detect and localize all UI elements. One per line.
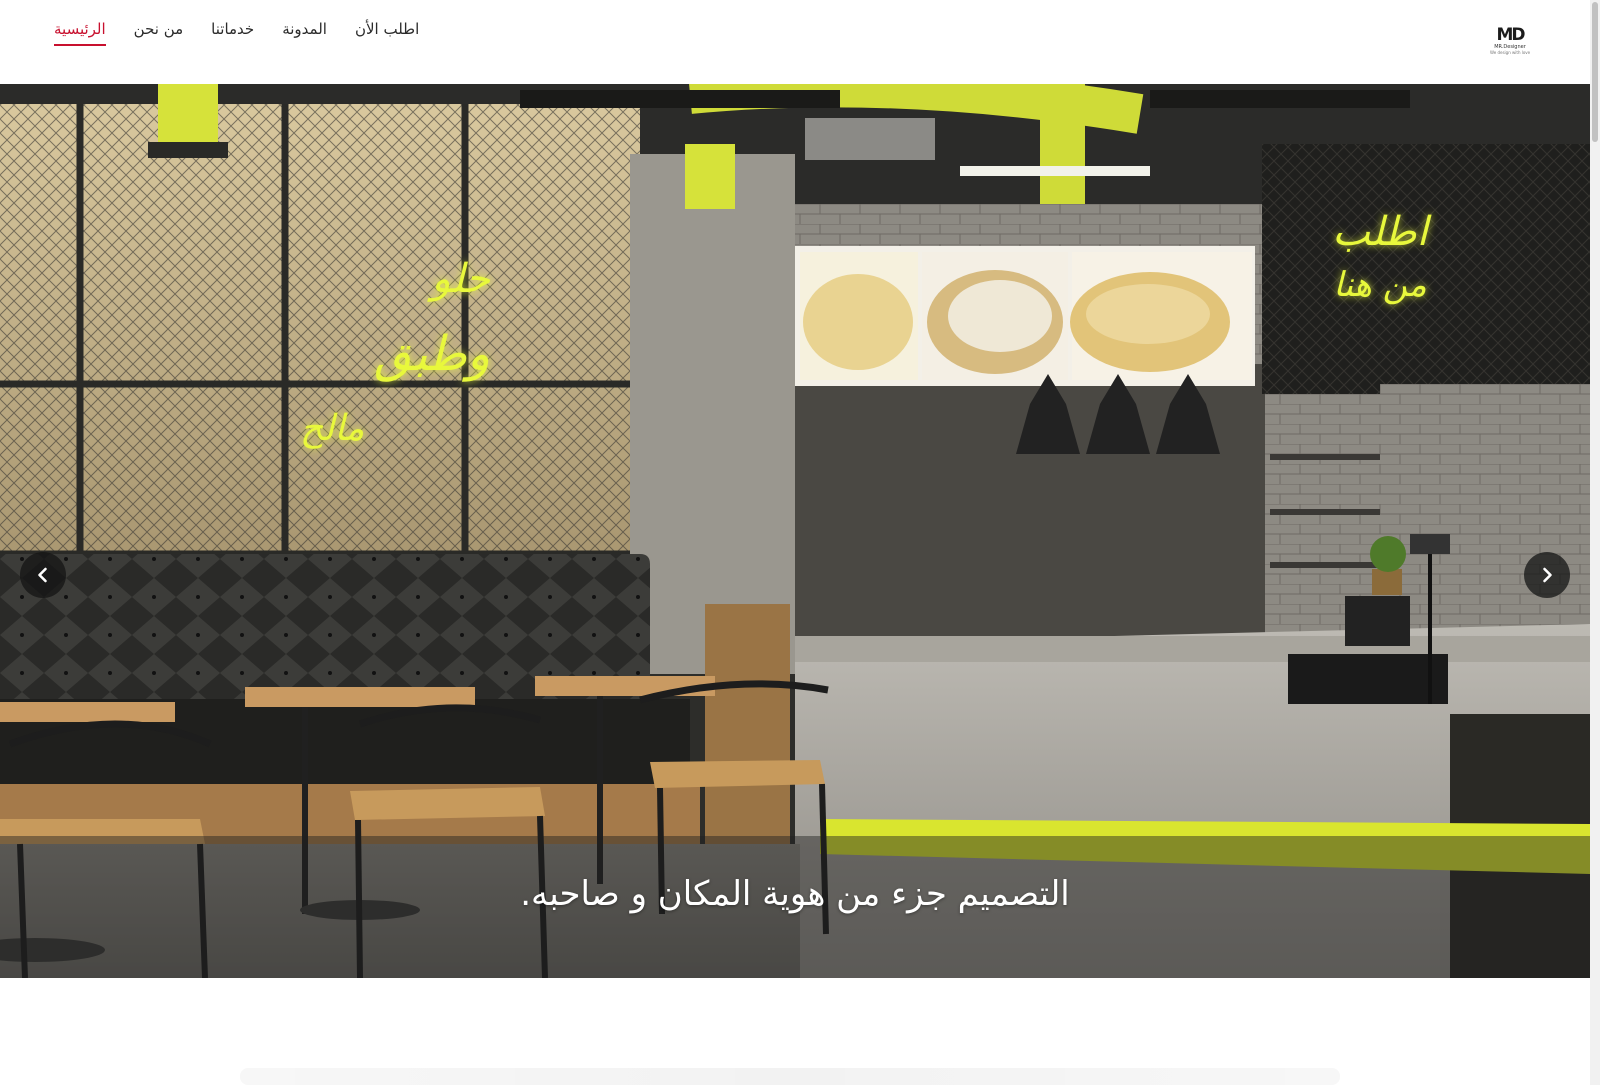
- carousel-prev-button[interactable]: [20, 552, 66, 598]
- site-logo[interactable]: MD MR.Designer We design with love: [1490, 26, 1530, 60]
- nav-about[interactable]: من نحن: [134, 18, 184, 46]
- logo-tagline: We design with love: [1490, 50, 1531, 55]
- chevron-right-icon: [1543, 567, 1552, 583]
- main-nav: الرئيسية من نحن خدماتنا المدونة اطلب الأ…: [54, 18, 419, 46]
- nav-blog[interactable]: المدونة: [282, 18, 327, 46]
- neon-sign-left-line-3: مالح: [300, 408, 365, 449]
- nav-order-now[interactable]: اطلب الأن: [355, 18, 419, 46]
- neon-sign-right-line-2: من هنا: [1333, 265, 1427, 305]
- section-heading-faded: [240, 1068, 1340, 1085]
- logo-mark: MD: [1496, 25, 1525, 45]
- chevron-left-icon: [38, 567, 47, 583]
- page-scrollbar[interactable]: [1590, 0, 1600, 1085]
- site-header: الرئيسية من نحن خدماتنا المدونة اطلب الأ…: [0, 0, 1590, 84]
- neon-sign-left: حلو وطبق مالح: [300, 244, 490, 464]
- neon-sign-right: اطلب من هنا: [1300, 204, 1460, 310]
- neon-sign-left-line-2: وطبق: [374, 326, 490, 382]
- neon-sign-left-line-1: حلو: [431, 256, 490, 302]
- nav-home[interactable]: الرئيسية: [54, 18, 106, 46]
- hero-slider: حلو وطبق مالح اطلب من هنا التصميم جزء من…: [0, 84, 1590, 978]
- carousel-next-button[interactable]: [1524, 552, 1570, 598]
- nav-services[interactable]: خدماتنا: [211, 18, 254, 46]
- slide-caption: التصميم جزء من هوية المكان و صاحبه.: [520, 874, 1070, 914]
- neon-sign-right-line-1: اطلب: [1332, 209, 1428, 255]
- scrollbar-thumb[interactable]: [1592, 2, 1598, 142]
